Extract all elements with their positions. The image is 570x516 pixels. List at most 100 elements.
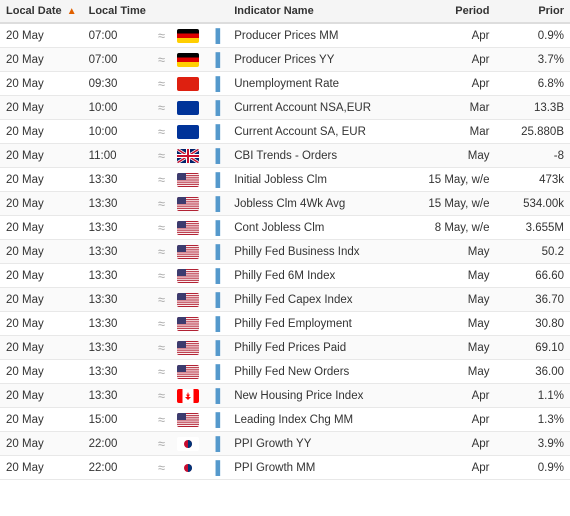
cell-tilde: ≈ [152, 456, 171, 480]
col-header-flag [171, 0, 205, 23]
chart-bar-icon: ▐ [211, 412, 220, 427]
table-row[interactable]: 20 May 11:00 ≈ ▐ CBI Trends - Orders May… [0, 144, 570, 168]
col-header-time[interactable]: Local Time [83, 0, 152, 23]
cell-time: 13:30 [83, 264, 152, 288]
tilde-icon: ≈ [158, 196, 165, 211]
cell-flag [171, 216, 205, 240]
date-header-label: Local Date [6, 5, 62, 17]
table-row[interactable]: 20 May 13:30 ≈ ▐ Philly Fed Employment M… [0, 312, 570, 336]
table-row[interactable]: 20 May 13:30 ≈ ▐ Initial Jobless Clm 15 … [0, 168, 570, 192]
table-row[interactable]: 20 May 10:00 ≈ ▐ Current Account SA, EUR… [0, 120, 570, 144]
tilde-icon: ≈ [158, 316, 165, 331]
table-row[interactable]: 20 May 13:30 ≈ ▐ New Housing Price Index… [0, 384, 570, 408]
cell-indicator-name[interactable]: Philly Fed New Orders [228, 360, 409, 384]
cell-indicator-name[interactable]: Current Account NSA,EUR [228, 96, 409, 120]
table-row[interactable]: 20 May 13:30 ≈ ▐ Jobless Clm 4Wk Avg 15 … [0, 192, 570, 216]
chart-bar-icon: ▐ [211, 124, 220, 139]
cell-indicator-name[interactable]: Producer Prices MM [228, 23, 409, 48]
col-header-period[interactable]: Period [409, 0, 495, 23]
chart-bar-icon: ▐ [211, 220, 220, 235]
table-row[interactable]: 20 May 13:30 ≈ ▐ Philly Fed Capex Index … [0, 288, 570, 312]
cell-indicator-name[interactable]: Unemployment Rate [228, 72, 409, 96]
cell-indicator-name[interactable]: Philly Fed Capex Index [228, 288, 409, 312]
table-row[interactable]: 20 May 10:00 ≈ ▐ Current Account NSA,EUR… [0, 96, 570, 120]
cell-indicator-name[interactable]: PPI Growth YY [228, 432, 409, 456]
table-row[interactable]: 20 May 13:30 ≈ ▐ Philly Fed Prices Paid … [0, 336, 570, 360]
cell-time: 13:30 [83, 312, 152, 336]
cell-bar: ▐ [205, 120, 228, 144]
table-row[interactable]: 20 May 22:00 ≈ ▐ PPI Growth MM Apr 0.9% [0, 456, 570, 480]
cell-period: Apr [409, 432, 495, 456]
cell-flag [171, 120, 205, 144]
cell-bar: ▐ [205, 48, 228, 72]
cell-indicator-name[interactable]: Current Account SA, EUR [228, 120, 409, 144]
cell-indicator-name[interactable]: Philly Fed 6M Index [228, 264, 409, 288]
prior-header-label: Prior [538, 5, 564, 17]
cell-indicator-name[interactable]: CBI Trends - Orders [228, 144, 409, 168]
table-row[interactable]: 20 May 07:00 ≈ ▐ Producer Prices MM Apr … [0, 23, 570, 48]
col-header-date[interactable]: Local Date ▲ [0, 0, 83, 23]
cell-indicator-name[interactable]: New Housing Price Index [228, 384, 409, 408]
table-row[interactable]: 20 May 22:00 ≈ ▐ PPI Growth YY Apr 3.9% [0, 432, 570, 456]
cell-date: 20 May [0, 192, 83, 216]
cell-indicator-name[interactable]: Leading Index Chg MM [228, 408, 409, 432]
tilde-icon: ≈ [158, 364, 165, 379]
cell-time: 13:30 [83, 216, 152, 240]
chart-bar-icon: ▐ [211, 316, 220, 331]
flag-us [177, 197, 199, 211]
tilde-icon: ≈ [158, 172, 165, 187]
table-row[interactable]: 20 May 13:30 ≈ ▐ Philly Fed Business Ind… [0, 240, 570, 264]
cell-period: May [409, 240, 495, 264]
cell-flag [171, 264, 205, 288]
cell-prior: 3.655M [495, 216, 570, 240]
cell-period: May [409, 288, 495, 312]
cell-prior: 473k [495, 168, 570, 192]
cell-date: 20 May [0, 96, 83, 120]
flag-us [177, 173, 199, 187]
cell-date: 20 May [0, 240, 83, 264]
flag-eu [177, 125, 199, 139]
cell-indicator-name[interactable]: PPI Growth MM [228, 456, 409, 480]
cell-bar: ▐ [205, 384, 228, 408]
cell-time: 13:30 [83, 288, 152, 312]
cell-period: Apr [409, 408, 495, 432]
cell-indicator-name[interactable]: Cont Jobless Clm [228, 216, 409, 240]
flag-us [177, 365, 199, 379]
cell-period: 8 May, w/e [409, 216, 495, 240]
cell-bar: ▐ [205, 312, 228, 336]
cell-prior: 3.7% [495, 48, 570, 72]
cell-tilde: ≈ [152, 240, 171, 264]
cell-tilde: ≈ [152, 144, 171, 168]
cell-indicator-name[interactable]: Philly Fed Prices Paid [228, 336, 409, 360]
cell-indicator-name[interactable]: Jobless Clm 4Wk Avg [228, 192, 409, 216]
cell-flag [171, 144, 205, 168]
cell-period: 15 May, w/e [409, 168, 495, 192]
cell-tilde: ≈ [152, 192, 171, 216]
cell-time: 10:00 [83, 120, 152, 144]
cell-indicator-name[interactable]: Producer Prices YY [228, 48, 409, 72]
flag-us [177, 413, 199, 427]
tilde-icon: ≈ [158, 268, 165, 283]
table-row[interactable]: 20 May 07:00 ≈ ▐ Producer Prices YY Apr … [0, 48, 570, 72]
cell-tilde: ≈ [152, 216, 171, 240]
table-row[interactable]: 20 May 15:00 ≈ ▐ Leading Index Chg MM Ap… [0, 408, 570, 432]
col-header-indicator[interactable]: Indicator Name [228, 0, 409, 23]
cell-bar: ▐ [205, 72, 228, 96]
cell-indicator-name[interactable]: Philly Fed Employment [228, 312, 409, 336]
col-header-prior[interactable]: Prior [495, 0, 570, 23]
flag-kr [177, 437, 199, 451]
cell-flag [171, 312, 205, 336]
cell-indicator-name[interactable]: Philly Fed Business Indx [228, 240, 409, 264]
chart-bar-icon: ▐ [211, 28, 220, 43]
tilde-icon: ≈ [158, 124, 165, 139]
cell-indicator-name[interactable]: Initial Jobless Clm [228, 168, 409, 192]
table-row[interactable]: 20 May 13:30 ≈ ▐ Philly Fed 6M Index May… [0, 264, 570, 288]
chart-bar-icon: ▐ [211, 340, 220, 355]
table-row[interactable]: 20 May 13:30 ≈ ▐ Philly Fed New Orders M… [0, 360, 570, 384]
table-row[interactable]: 20 May 09:30 ≈ ▐ Unemployment Rate Apr 6… [0, 72, 570, 96]
tilde-icon: ≈ [158, 436, 165, 451]
cell-flag [171, 48, 205, 72]
table-row[interactable]: 20 May 13:30 ≈ ▐ Cont Jobless Clm 8 May,… [0, 216, 570, 240]
cell-period: Apr [409, 23, 495, 48]
cell-period: Apr [409, 72, 495, 96]
